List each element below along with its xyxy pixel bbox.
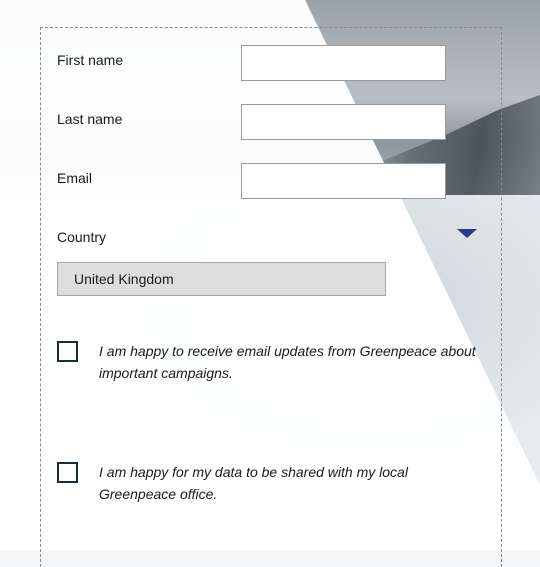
chevron-down-icon[interactable] [457,229,477,238]
email-updates-checkbox[interactable] [57,341,78,362]
first-name-label: First name [57,52,124,68]
first-name-field[interactable] [241,45,446,81]
last-name-label: Last name [57,111,123,127]
email-updates-label: I am happy to receive email updates from… [99,343,476,381]
last-name-field[interactable] [241,104,446,140]
data-sharing-label: I am happy for my data to be shared with… [99,464,408,502]
data-sharing-checkbox[interactable] [57,462,78,483]
country-label: Country [57,229,107,245]
country-select[interactable]: United Kingdom [57,262,386,296]
email-label: Email [57,170,93,186]
email-field[interactable] [241,163,446,199]
